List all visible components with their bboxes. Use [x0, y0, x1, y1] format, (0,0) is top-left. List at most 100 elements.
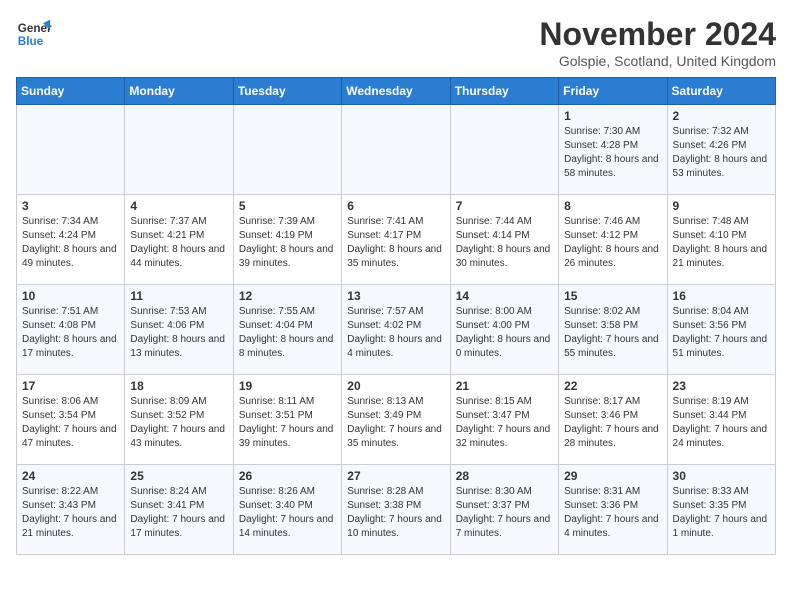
month-year-title: November 2024 — [539, 16, 776, 53]
day-number: 2 — [673, 109, 770, 123]
day-number: 22 — [564, 379, 661, 393]
day-number: 13 — [347, 289, 444, 303]
column-header-saturday: Saturday — [667, 78, 775, 105]
calendar-cell: 30 Sunrise: 8:33 AM Sunset: 3:35 PM Dayli… — [667, 465, 775, 555]
calendar-week-row: 10 Sunrise: 7:51 AM Sunset: 4:08 PM Dayli… — [17, 285, 776, 375]
calendar-cell: 18 Sunrise: 8:09 AM Sunset: 3:52 PM Dayli… — [125, 375, 233, 465]
calendar-cell: 16 Sunrise: 8:04 AM Sunset: 3:56 PM Dayli… — [667, 285, 775, 375]
day-info: Sunrise: 7:32 AM Sunset: 4:26 PM Dayligh… — [673, 125, 770, 181]
calendar-cell: 19 Sunrise: 8:11 AM Sunset: 3:51 PM Dayli… — [233, 375, 341, 465]
day-info: Sunrise: 8:02 AM Sunset: 3:58 PM Dayligh… — [564, 305, 661, 361]
day-number: 3 — [22, 199, 119, 213]
day-number: 6 — [347, 199, 444, 213]
calendar-cell: 14Sunrise: 8:00 AM Sunset: 4:00 PM Dayli… — [450, 285, 558, 375]
column-header-monday: Monday — [125, 78, 233, 105]
day-info: Sunrise: 7:46 AM Sunset: 4:12 PM Dayligh… — [564, 215, 661, 271]
day-info: Sunrise: 8:04 AM Sunset: 3:56 PM Dayligh… — [673, 305, 770, 361]
day-info: Sunrise: 7:30 AM Sunset: 4:28 PM Dayligh… — [564, 125, 661, 181]
calendar-cell: 4 Sunrise: 7:37 AM Sunset: 4:21 PM Daylig… — [125, 195, 233, 285]
day-info: Sunrise: 8:26 AM Sunset: 3:40 PM Dayligh… — [239, 485, 336, 541]
day-number: 5 — [239, 199, 336, 213]
calendar-cell: 20Sunrise: 8:13 AM Sunset: 3:49 PM Dayli… — [342, 375, 450, 465]
column-header-sunday: Sunday — [17, 78, 125, 105]
calendar-week-row: 17Sunrise: 8:06 AM Sunset: 3:54 PM Dayli… — [17, 375, 776, 465]
calendar-cell: 5 Sunrise: 7:39 AM Sunset: 4:19 PM Daylig… — [233, 195, 341, 285]
calendar-table: SundayMondayTuesdayWednesdayThursdayFrid… — [16, 77, 776, 555]
svg-text:Blue: Blue — [18, 35, 44, 48]
calendar-cell: 2 Sunrise: 7:32 AM Sunset: 4:26 PM Daylig… — [667, 105, 775, 195]
day-info: Sunrise: 7:44 AM Sunset: 4:14 PM Dayligh… — [456, 215, 553, 271]
day-info: Sunrise: 7:51 AM Sunset: 4:08 PM Dayligh… — [22, 305, 119, 361]
calendar-cell: 22 Sunrise: 8:17 AM Sunset: 3:46 PM Dayli… — [559, 375, 667, 465]
day-info: Sunrise: 7:48 AM Sunset: 4:10 PM Dayligh… — [673, 215, 770, 271]
day-info: Sunrise: 7:39 AM Sunset: 4:19 PM Dayligh… — [239, 215, 336, 271]
calendar-cell: 24 Sunrise: 8:22 AM Sunset: 3:43 PM Dayli… — [17, 465, 125, 555]
calendar-cell: 27 Sunrise: 8:28 AM Sunset: 3:38 PM Dayli… — [342, 465, 450, 555]
day-number: 12 — [239, 289, 336, 303]
day-number: 26 — [239, 469, 336, 483]
calendar-cell: 17Sunrise: 8:06 AM Sunset: 3:54 PM Dayli… — [17, 375, 125, 465]
day-number: 19 — [239, 379, 336, 393]
day-info: Sunrise: 8:30 AM Sunset: 3:37 PM Dayligh… — [456, 485, 553, 541]
calendar-cell: 3 Sunrise: 7:34 AM Sunset: 4:24 PM Daylig… — [17, 195, 125, 285]
calendar-cell: 6 Sunrise: 7:41 AM Sunset: 4:17 PM Daylig… — [342, 195, 450, 285]
calendar-cell: 25Sunrise: 8:24 AM Sunset: 3:41 PM Dayli… — [125, 465, 233, 555]
day-info: Sunrise: 8:09 AM Sunset: 3:52 PM Dayligh… — [130, 395, 227, 451]
day-number: 8 — [564, 199, 661, 213]
day-number: 21 — [456, 379, 553, 393]
day-number: 4 — [130, 199, 227, 213]
day-info: Sunrise: 8:22 AM Sunset: 3:43 PM Dayligh… — [22, 485, 119, 541]
calendar-cell: 12 Sunrise: 7:55 AM Sunset: 4:04 PM Dayli… — [233, 285, 341, 375]
day-info: Sunrise: 7:53 AM Sunset: 4:06 PM Dayligh… — [130, 305, 227, 361]
calendar-cell: 28Sunrise: 8:30 AM Sunset: 3:37 PM Dayli… — [450, 465, 558, 555]
day-number: 30 — [673, 469, 770, 483]
day-number: 10 — [22, 289, 119, 303]
calendar-cell — [233, 105, 341, 195]
calendar-cell: 10 Sunrise: 7:51 AM Sunset: 4:08 PM Dayli… — [17, 285, 125, 375]
day-info: Sunrise: 8:33 AM Sunset: 3:35 PM Dayligh… — [673, 485, 770, 541]
day-info: Sunrise: 8:11 AM Sunset: 3:51 PM Dayligh… — [239, 395, 336, 451]
day-number: 25 — [130, 469, 227, 483]
calendar-cell: 11Sunrise: 7:53 AM Sunset: 4:06 PM Dayli… — [125, 285, 233, 375]
column-header-friday: Friday — [559, 78, 667, 105]
day-info: Sunrise: 8:28 AM Sunset: 3:38 PM Dayligh… — [347, 485, 444, 541]
column-header-tuesday: Tuesday — [233, 78, 341, 105]
day-number: 18 — [130, 379, 227, 393]
day-info: Sunrise: 8:15 AM Sunset: 3:47 PM Dayligh… — [456, 395, 553, 451]
calendar-header-row: SundayMondayTuesdayWednesdayThursdayFrid… — [17, 78, 776, 105]
day-info: Sunrise: 7:41 AM Sunset: 4:17 PM Dayligh… — [347, 215, 444, 271]
calendar-week-row: 3 Sunrise: 7:34 AM Sunset: 4:24 PM Daylig… — [17, 195, 776, 285]
location-subtitle: Golspie, Scotland, United Kingdom — [539, 53, 776, 69]
calendar-cell: 13 Sunrise: 7:57 AM Sunset: 4:02 PM Dayli… — [342, 285, 450, 375]
calendar-cell: 15 Sunrise: 8:02 AM Sunset: 3:58 PM Dayli… — [559, 285, 667, 375]
day-info: Sunrise: 7:57 AM Sunset: 4:02 PM Dayligh… — [347, 305, 444, 361]
logo: General Blue — [16, 16, 52, 52]
day-info: Sunrise: 7:55 AM Sunset: 4:04 PM Dayligh… — [239, 305, 336, 361]
column-header-wednesday: Wednesday — [342, 78, 450, 105]
day-number: 7 — [456, 199, 553, 213]
day-number: 24 — [22, 469, 119, 483]
day-number: 15 — [564, 289, 661, 303]
title-area: November 2024 Golspie, Scotland, United … — [539, 16, 776, 69]
day-info: Sunrise: 8:17 AM Sunset: 3:46 PM Dayligh… — [564, 395, 661, 451]
calendar-cell: 29Sunrise: 8:31 AM Sunset: 3:36 PM Dayli… — [559, 465, 667, 555]
logo-icon: General Blue — [16, 16, 52, 52]
calendar-cell: 1 Sunrise: 7:30 AM Sunset: 4:28 PM Daylig… — [559, 105, 667, 195]
day-info: Sunrise: 8:19 AM Sunset: 3:44 PM Dayligh… — [673, 395, 770, 451]
calendar-cell: 21 Sunrise: 8:15 AM Sunset: 3:47 PM Dayli… — [450, 375, 558, 465]
day-number: 27 — [347, 469, 444, 483]
day-info: Sunrise: 7:37 AM Sunset: 4:21 PM Dayligh… — [130, 215, 227, 271]
day-number: 9 — [673, 199, 770, 213]
day-number: 16 — [673, 289, 770, 303]
calendar-cell — [125, 105, 233, 195]
calendar-cell: 23Sunrise: 8:19 AM Sunset: 3:44 PM Dayli… — [667, 375, 775, 465]
day-number: 1 — [564, 109, 661, 123]
day-number: 29 — [564, 469, 661, 483]
day-info: Sunrise: 7:34 AM Sunset: 4:24 PM Dayligh… — [22, 215, 119, 271]
calendar-cell — [342, 105, 450, 195]
calendar-cell: 9 Sunrise: 7:48 AM Sunset: 4:10 PM Daylig… — [667, 195, 775, 285]
day-number: 14 — [456, 289, 553, 303]
day-info: Sunrise: 8:13 AM Sunset: 3:49 PM Dayligh… — [347, 395, 444, 451]
day-number: 17 — [22, 379, 119, 393]
calendar-cell: 26 Sunrise: 8:26 AM Sunset: 3:40 PM Dayli… — [233, 465, 341, 555]
